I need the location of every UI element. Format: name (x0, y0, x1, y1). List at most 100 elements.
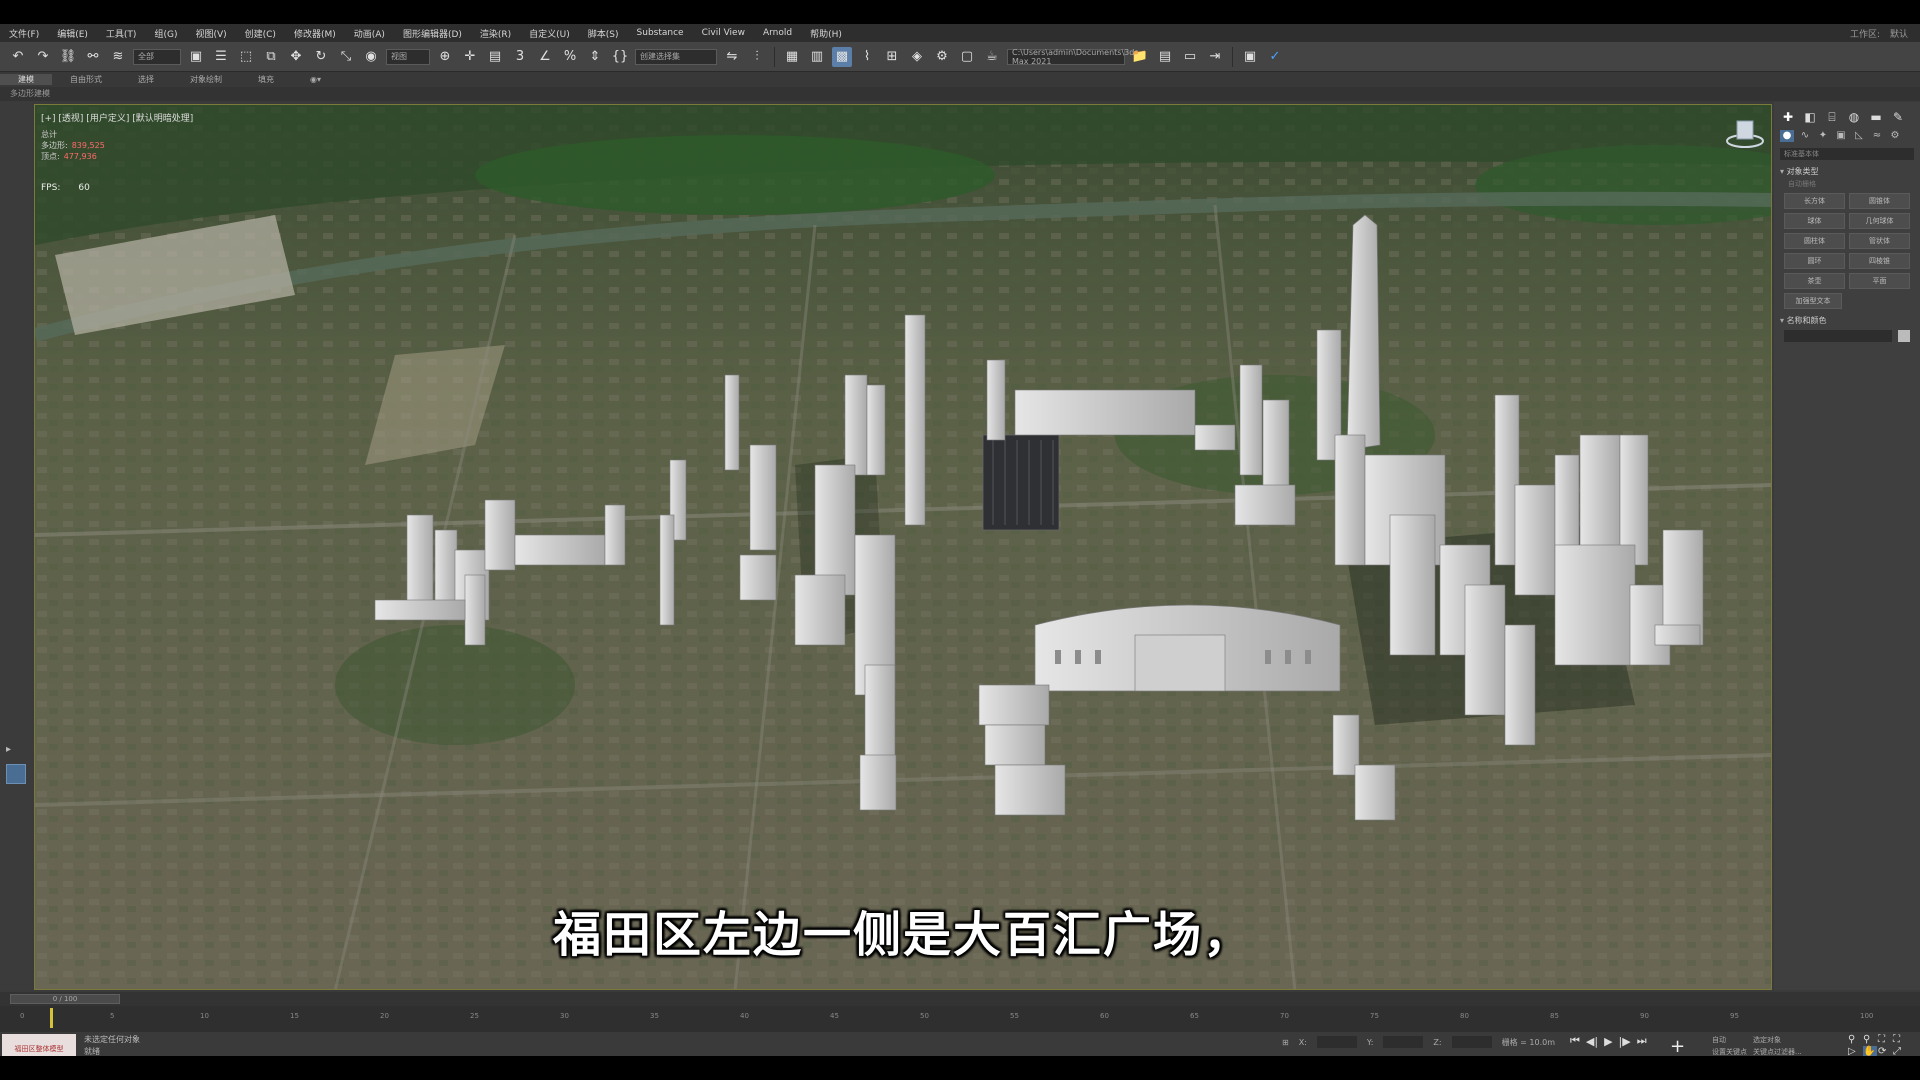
display-icon[interactable]: ▬ (1868, 110, 1884, 124)
menu-arnold[interactable]: Arnold (754, 28, 801, 38)
perspective-viewport[interactable]: [+] [透视] [用户定义] [默认明暗处理] 总计 多边形: 839,525 … (34, 104, 1772, 990)
object-color-swatch[interactable] (1898, 330, 1910, 342)
menu-help[interactable]: 帮助(H) (801, 27, 851, 40)
teapot-button[interactable]: 茶壶 (1784, 273, 1845, 289)
placement-icon[interactable]: ◉ (361, 47, 381, 67)
utilities-icon[interactable]: ✎ (1890, 110, 1906, 124)
angle-snap-icon[interactable]: ∠ (535, 47, 555, 67)
x-field[interactable] (1316, 1036, 1357, 1048)
ref-coord-dropdown[interactable]: 视图 (386, 48, 430, 65)
prev-frame-icon[interactable]: ◀| (1586, 1035, 1598, 1048)
render-setup-icon[interactable]: ⚙ (932, 47, 952, 67)
rotate-icon[interactable]: ↻ (311, 47, 331, 67)
y-field[interactable] (1383, 1036, 1424, 1048)
menu-create[interactable]: 创建(C) (236, 27, 285, 40)
menu-scripting[interactable]: 脚本(S) (579, 27, 628, 40)
shapes-icon[interactable]: ∿ (1798, 130, 1812, 142)
menu-file[interactable]: 文件(F) (0, 27, 48, 40)
undo-icon[interactable]: ↶ (8, 47, 28, 67)
menu-group[interactable]: 组(G) (145, 27, 186, 40)
pivot-center-icon[interactable]: ⊕ (435, 47, 455, 67)
spacewarps-icon[interactable]: ≈ (1870, 130, 1884, 142)
edit-named-sets-icon[interactable]: {} (610, 47, 630, 67)
lock-selection-icon[interactable]: ⊞ (1282, 1038, 1289, 1047)
name-color-rollout[interactable]: 名称和颜色 (1780, 315, 1914, 326)
time-slider[interactable]: 0 / 100 (0, 992, 1920, 1006)
material-editor-icon[interactable]: ◈ (907, 47, 927, 67)
pyramid-button[interactable]: 四棱锥 (1849, 253, 1910, 269)
tab-object-paint[interactable]: 对象绘制 (172, 74, 240, 85)
zoom-extents-icon[interactable]: ⛶ (1878, 1034, 1892, 1045)
layer-explorer-icon[interactable]: ▥ (807, 47, 827, 67)
ribbon-toggle-icon[interactable]: ▩ (832, 46, 852, 67)
select-by-name-icon[interactable]: ☰ (211, 47, 231, 67)
menu-animation[interactable]: 动画(A) (345, 27, 394, 40)
keyboard-shortcut-icon[interactable]: ▤ (485, 47, 505, 67)
tab-populate[interactable]: 填充 (240, 74, 292, 85)
motion-icon[interactable]: ◍ (1846, 110, 1862, 124)
menu-graph-editors[interactable]: 图形编辑器(D) (394, 27, 471, 40)
menu-modifiers[interactable]: 修改器(M) (285, 27, 345, 40)
viewport-layout-button[interactable] (6, 764, 26, 784)
set-key-icon[interactable]: + (1670, 1036, 1685, 1056)
track-bar[interactable]: 0 5 10 15 20 25 30 35 40 45 50 55 60 65 … (0, 1006, 1920, 1032)
folder-icon[interactable]: ▭ (1180, 47, 1200, 67)
geometry-icon[interactable]: ● (1780, 130, 1794, 142)
lights-icon[interactable]: ✦ (1816, 130, 1830, 142)
percent-snap-icon[interactable]: % (560, 47, 580, 67)
tube-button[interactable]: 管状体 (1849, 233, 1910, 249)
zoom-icon[interactable]: ⚲ (1848, 1034, 1862, 1045)
check-icon[interactable]: ✓ (1265, 47, 1285, 67)
fov-icon[interactable]: ▷ (1848, 1046, 1862, 1056)
orbit-icon[interactable]: ⟳ (1878, 1046, 1892, 1056)
select-manipulate-icon[interactable]: ✛ (460, 47, 480, 67)
object-name-input[interactable] (1784, 330, 1892, 342)
time-slider-knob[interactable]: 0 / 100 (10, 994, 120, 1004)
cameras-icon[interactable]: ▣ (1834, 130, 1848, 142)
rendered-frame-icon[interactable]: ▢ (957, 47, 977, 67)
curve-editor-icon[interactable]: ⌇ (857, 47, 877, 67)
next-frame-icon[interactable]: |▶ (1619, 1035, 1631, 1048)
key-filters-button[interactable]: 关键点过滤器... (1753, 1047, 1802, 1056)
tab-modeling[interactable]: 建模 (0, 74, 52, 85)
systems-icon[interactable]: ⚙ (1888, 130, 1902, 142)
modify-icon[interactable]: ◧ (1802, 110, 1818, 124)
maximize-viewport-icon[interactable]: ⤢ (1893, 1046, 1907, 1056)
window-crossing-icon[interactable]: ⧉ (261, 47, 281, 67)
torus-button[interactable]: 圆环 (1784, 253, 1845, 269)
menu-tools[interactable]: 工具(T) (97, 27, 146, 40)
export-icon[interactable]: ⇥ (1205, 47, 1225, 67)
menu-civil-view[interactable]: Civil View (693, 28, 754, 38)
scale-icon[interactable]: ⤡ (336, 47, 356, 67)
geosphere-button[interactable]: 几何球体 (1849, 213, 1910, 229)
cylinder-button[interactable]: 圆柱体 (1784, 233, 1845, 249)
primitive-type-dropdown[interactable]: 标准基本体 (1780, 148, 1914, 160)
link-icon[interactable]: ⛓ (58, 47, 78, 67)
cone-button[interactable]: 圆锥体 (1849, 193, 1910, 209)
zoom-all-icon[interactable]: ⚲ (1863, 1034, 1877, 1045)
tab-selection[interactable]: 选择 (120, 74, 172, 85)
schematic-view-icon[interactable]: ⊞ (882, 47, 902, 67)
setkey-button[interactable]: 设置关键点 (1712, 1047, 1747, 1056)
menu-edit[interactable]: 编辑(E) (48, 27, 97, 40)
scene-explorer-icon[interactable]: ▦ (782, 47, 802, 67)
viewport-layout-icon[interactable]: ▣ (1240, 47, 1260, 67)
open-project-icon[interactable]: 📁 (1130, 47, 1150, 67)
rect-selection-icon[interactable]: ⬚ (236, 47, 256, 67)
menu-customize[interactable]: 自定义(U) (520, 27, 579, 40)
autogrid-checkbox[interactable]: 自动栅格 (1788, 179, 1906, 189)
plane-button[interactable]: 平面 (1849, 273, 1910, 289)
bind-spacewarp-icon[interactable]: ≋ (108, 47, 128, 67)
named-selection-dropdown[interactable]: 创建选择集 (635, 48, 717, 65)
maxscript-listener-thumbnail[interactable]: 福田区整体模型 (2, 1034, 76, 1056)
helpers-icon[interactable]: ◺ (1852, 130, 1866, 142)
box-button[interactable]: 长方体 (1784, 193, 1845, 209)
menu-rendering[interactable]: 渲染(R) (471, 27, 520, 40)
workspace-selector[interactable]: 工作区: 默认 (1850, 27, 1920, 40)
select-object-icon[interactable]: ▣ (186, 47, 206, 67)
project-path-dropdown[interactable]: C:\Users\admin\Documents\3ds Max 2021 (1007, 48, 1138, 66)
workspace-value[interactable]: 默认 (1890, 27, 1908, 40)
pan-icon[interactable]: ✋ (1863, 1046, 1877, 1056)
hierarchy-icon[interactable]: ⌸ (1824, 110, 1840, 124)
play-icon[interactable]: ▶ (1604, 1035, 1612, 1048)
